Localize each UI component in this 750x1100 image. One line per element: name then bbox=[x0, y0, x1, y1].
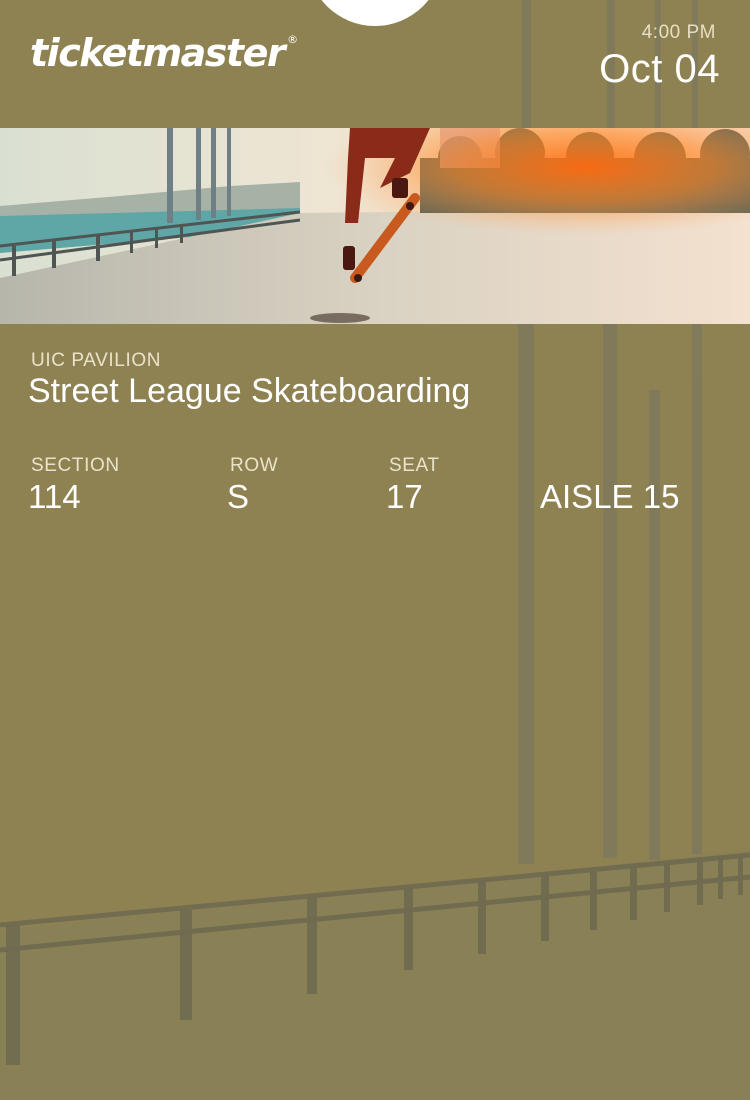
seat-label: SEAT bbox=[389, 455, 440, 476]
event-title: Street League Skateboarding bbox=[28, 372, 471, 410]
brand-name: ticketmaster bbox=[30, 31, 286, 75]
ticketmaster-logo: ticketmaster ® bbox=[30, 34, 298, 72]
row-label: ROW bbox=[230, 455, 279, 476]
venue-name: UIC PAVILION bbox=[31, 350, 162, 371]
section-label: SECTION bbox=[31, 455, 120, 476]
registered-mark: ® bbox=[287, 33, 299, 46]
row-value: S bbox=[227, 478, 250, 515]
seat-value: 17 bbox=[386, 478, 423, 515]
event-time: 4:00 PM bbox=[641, 22, 716, 43]
aisle-value: AISLE 15 bbox=[540, 478, 680, 515]
event-date: Oct 04 bbox=[599, 47, 720, 91]
section-value: 114 bbox=[28, 478, 81, 515]
event-banner-image bbox=[0, 128, 750, 324]
